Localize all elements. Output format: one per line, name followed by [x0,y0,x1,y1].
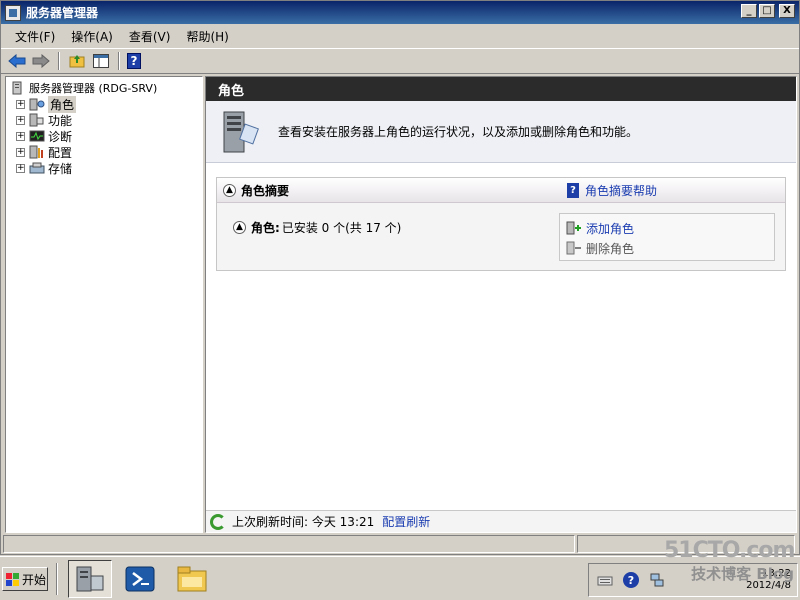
server-roles-icon [223,111,259,152]
tree-item-features[interactable]: + 功能 [10,112,202,128]
status-bar [1,534,799,554]
server-manager-window: 服务器管理器 _ □ X 文件(F) 操作(A) 查看(V) 帮助(H) ? 服… [0,0,800,555]
start-button[interactable]: 开始 [2,567,48,591]
expand-icon[interactable]: + [16,163,25,173]
collapse-up-icon[interactable]: ▲ [223,183,236,197]
roles-summary-panel: ▲ 角色摘要 ? 角色摘要帮助 ▲ 角色: 已安装 0 个(共 17 个) 添加… [216,177,786,271]
roles-status-line: ▲ 角色: 已安装 0 个(共 17 个) [233,219,401,236]
clock[interactable]: 13:22 2012/4/8 [746,568,791,592]
tree-item-roles[interactable]: + 角色 [10,95,202,113]
roles-icon [29,98,45,111]
summary-header: ▲ 角色摘要 ? 角色摘要帮助 [217,178,785,203]
expand-icon[interactable]: + [16,147,25,157]
explorer-icon[interactable] [170,560,214,598]
menu-file[interactable]: 文件(F) [7,28,63,45]
toolbar-separator [58,52,60,70]
remove-roles-link[interactable]: 删除角色 [566,238,768,258]
show-hide-tree-icon[interactable] [91,51,111,71]
up-folder-icon[interactable] [67,51,87,71]
roles-summary-help-link[interactable]: ? 角色摘要帮助 [567,182,657,199]
content-pane: 角色 查看安装在服务器上角色的运行状况，以及添加或删除角色和功能。 ▲ 角色摘要… [205,76,797,533]
close-button[interactable]: X [779,4,795,18]
minimize-button[interactable]: _ [741,4,757,18]
window-title: 服务器管理器 [26,6,99,20]
content-header: 角色 [206,77,796,101]
menu-bar: 文件(F) 操作(A) 查看(V) 帮助(H) [1,25,799,47]
tree-root-label: 服务器管理器 (RDG-SRV) [29,82,158,95]
collapse-up-icon[interactable]: ▲ [233,221,246,234]
maximize-button[interactable]: □ [759,4,775,18]
taskbar-divider [56,563,58,595]
clock-time: 13:22 [762,568,791,579]
start-label: 开始 [22,572,47,587]
navigation-tree: 服务器管理器 (RDG-SRV) + 角色 + 功能 + 诊断 + 配置 + 存… [5,76,203,533]
toolbar: ? [1,48,799,74]
tree-item-configuration[interactable]: + 配置 [10,144,202,160]
add-roles-icon [566,221,581,235]
tree-item-label: 配置 [48,145,73,160]
tree-item-label: 功能 [48,113,73,128]
storage-icon [29,162,45,174]
last-refresh-text: 上次刷新时间: 今天 13:21 [232,515,375,529]
refresh-icon[interactable] [210,513,226,530]
add-roles-label: 添加角色 [586,221,635,236]
tree-item-storage[interactable]: + 存储 [10,160,202,176]
status-pane [3,535,575,553]
network-icon[interactable] [649,572,665,588]
refresh-footer: 上次刷新时间: 今天 13:21 配置刷新 [206,510,796,532]
powershell-icon[interactable] [118,560,162,598]
diagnostics-icon [29,130,45,142]
remove-roles-icon [566,241,581,255]
features-icon [29,113,44,127]
configuration-icon [29,145,43,159]
remove-roles-label: 删除角色 [586,241,635,256]
clock-date: 2012/4/8 [746,580,791,591]
roles-label: 角色: [251,221,280,235]
help-tray-icon[interactable]: ? [623,572,639,588]
menu-help[interactable]: 帮助(H) [178,28,236,45]
forward-arrow-icon[interactable] [31,51,51,71]
intro-banner: 查看安装在服务器上角色的运行状况，以及添加或删除角色和功能。 [206,101,796,163]
intro-text: 查看安装在服务器上角色的运行状况，以及添加或删除角色和功能。 [278,125,639,139]
menu-action[interactable]: 操作(A) [63,28,121,45]
expand-icon[interactable]: + [16,115,25,125]
tree-item-label: 存储 [48,161,73,176]
toolbar-separator [118,52,120,70]
keyboard-icon[interactable] [597,572,613,588]
help-link-label: 角色摘要帮助 [585,184,658,198]
app-icon [5,4,21,21]
tree-item-label: 角色 [48,95,77,113]
system-tray: ? 13:22 2012/4/8 [588,563,798,597]
roles-actions: 添加角色 删除角色 [559,213,775,261]
menu-view[interactable]: 查看(V) [121,28,179,45]
configure-refresh-link[interactable]: 配置刷新 [382,513,430,530]
tree-item-label: 诊断 [48,129,73,144]
help-icon: ? [567,183,579,198]
window-controls: _ □ X [741,4,795,18]
roles-status: 已安装 0 个(共 17 个) [281,221,402,235]
server-manager-icon[interactable] [68,560,112,598]
back-arrow-icon[interactable] [7,51,27,71]
help-icon[interactable]: ? [127,53,141,69]
tree-item-diagnostics[interactable]: + 诊断 [10,128,202,144]
status-pane [577,535,795,553]
taskbar: 开始 ? 13:22 2012/4/8 [0,556,800,600]
expand-icon[interactable]: + [16,131,25,141]
title-bar[interactable]: 服务器管理器 _ □ X [1,1,799,24]
tree-root[interactable]: 服务器管理器 (RDG-SRV) [10,80,202,96]
windows-flag-icon [6,572,19,586]
add-roles-link[interactable]: 添加角色 [566,218,768,238]
expand-icon[interactable]: + [16,99,25,109]
server-icon [12,81,22,95]
summary-title: 角色摘要 [241,183,290,198]
